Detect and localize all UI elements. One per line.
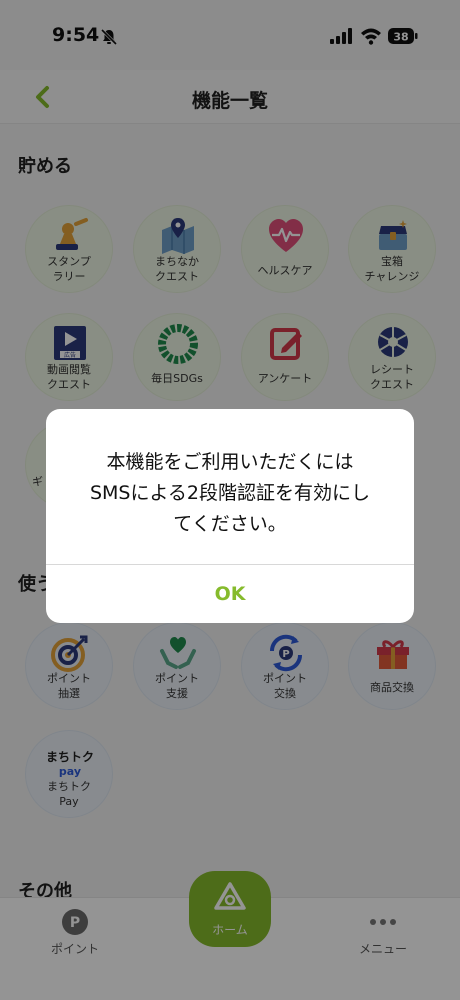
sms-auth-dialog: 本機能をご利用いただくには SMSによる2段階認証を有効にし てください。 OK <box>46 409 414 623</box>
dialog-message: 本機能をご利用いただくには SMSによる2段階認証を有効にし てください。 <box>89 451 371 535</box>
dialog-ok-button[interactable]: OK <box>46 565 414 623</box>
